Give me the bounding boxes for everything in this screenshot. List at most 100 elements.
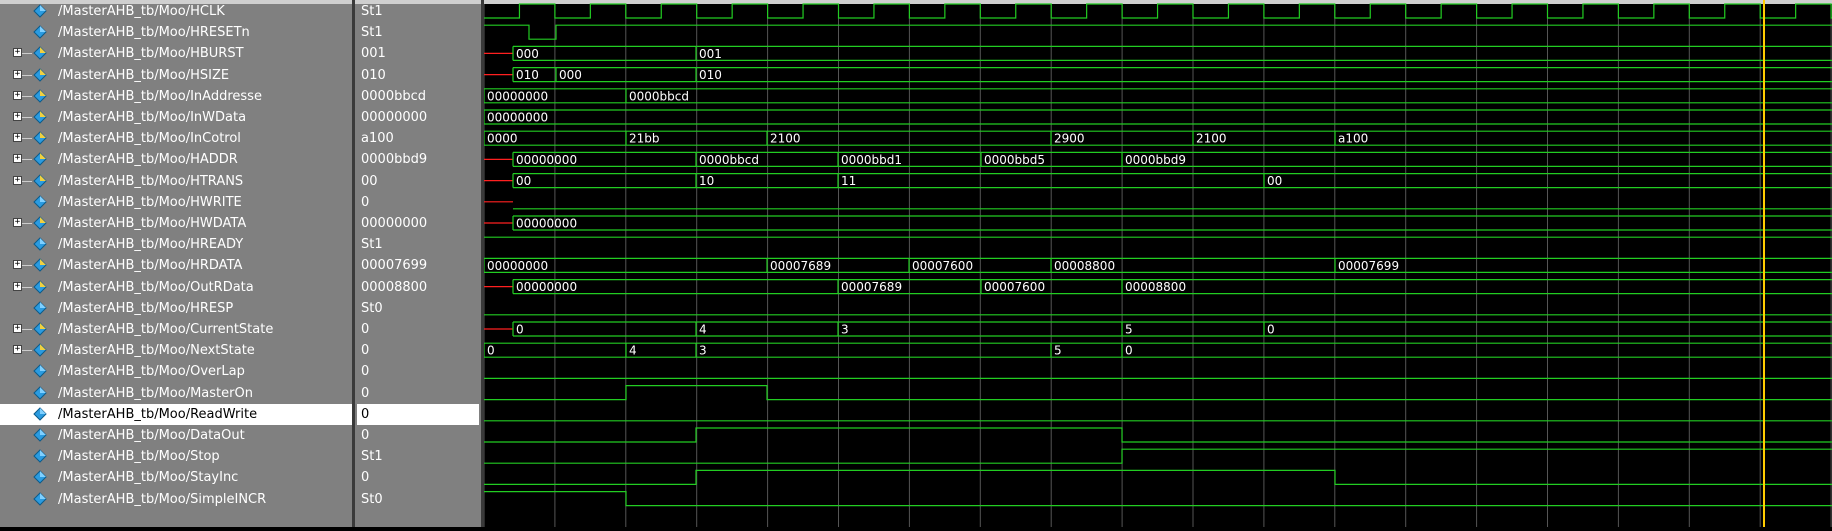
signal-value-cell[interactable]: St1 (357, 1, 479, 22)
signal-row-hburst[interactable]: + /MasterAHB_tb/Moo/HBURST (0, 43, 352, 64)
expand-icon[interactable]: + (13, 281, 22, 291)
signal-row-masteron[interactable]: /MasterAHB_tb/Moo/MasterOn (0, 383, 352, 404)
signal-row-hsize[interactable]: + /MasterAHB_tb/Moo/HSIZE (0, 65, 352, 86)
expand-icon[interactable]: + (13, 218, 22, 227)
signal-value-cell[interactable]: St1 (357, 234, 479, 255)
bus-value-label: 00000000 (516, 217, 577, 231)
bit-trace (484, 385, 1832, 401)
signal-row-hready[interactable]: /MasterAHB_tb/Moo/HREADY (0, 234, 352, 255)
signal-row-htrans[interactable]: + /MasterAHB_tb/Moo/HTRANS (0, 171, 352, 192)
signal-row-overlap[interactable]: /MasterAHB_tb/Moo/OverLap (0, 361, 352, 382)
signal-name: /MasterAHB_tb/Moo/SimpleINCR (58, 491, 267, 507)
signal-row-hresp[interactable]: /MasterAHB_tb/Moo/HRESP (0, 298, 352, 319)
waveform-dataout (484, 427, 1832, 443)
signal-name: /MasterAHB_tb/Moo/InCotrol (58, 131, 241, 147)
tree-connector (22, 329, 32, 330)
signal-row-hrdata[interactable]: + /MasterAHB_tb/Moo/HRDATA (0, 255, 352, 276)
signal-row-dataout[interactable]: /MasterAHB_tb/Moo/DataOut (0, 425, 352, 446)
bus-value-label: 0000bbd5 (984, 153, 1045, 167)
bus-value-label: 0000bbcd (699, 153, 759, 167)
signal-row-currentstate[interactable]: + /MasterAHB_tb/Moo/CurrentState (0, 319, 352, 340)
diamond-icon (33, 449, 47, 463)
expand-icon[interactable]: + (13, 48, 22, 58)
signal-row-hresetn[interactable]: /MasterAHB_tb/Moo/HRESETn (0, 22, 352, 43)
bus-value-label: 2100 (1196, 132, 1227, 146)
signal-value-cell[interactable]: 001 (357, 43, 479, 64)
signal-row-nextstate[interactable]: + /MasterAHB_tb/Moo/NextState (0, 340, 352, 361)
signal-value-cell[interactable]: 0000bbcd (357, 86, 479, 107)
waveform-hburst: 000 001 (484, 45, 1832, 61)
signal-row-stayinc[interactable]: /MasterAHB_tb/Moo/StayInc (0, 467, 352, 488)
signal-row-haddr[interactable]: + /MasterAHB_tb/Moo/HADDR (0, 149, 352, 170)
signal-row-outrdata[interactable]: + /MasterAHB_tb/Moo/OutRData (0, 277, 352, 298)
signal-row-readwrite[interactable]: /MasterAHB_tb/Moo/ReadWrite (0, 403, 352, 425)
signal-value-cell[interactable]: 0 (357, 403, 479, 425)
signal-row-hwdata[interactable]: + /MasterAHB_tb/Moo/HWDATA (0, 213, 352, 234)
tree-connector (22, 95, 32, 97)
waveform-pane[interactable]: 000 001 010 000 010 00000000 0000bbcd 00000000 0… (483, 0, 1832, 527)
signal-value-cell[interactable]: 00 (357, 171, 479, 192)
signal-value: St0 (361, 300, 383, 316)
diamond-icon (33, 343, 47, 357)
signal-value: 00008800 (361, 279, 428, 295)
signal-value-cell[interactable]: 0 (357, 425, 479, 446)
signal-row-inaddresse[interactable]: + /MasterAHB_tb/Moo/InAddresse (0, 86, 352, 107)
signal-row-simpleincr[interactable]: /MasterAHB_tb/Moo/SimpleINCR (0, 489, 352, 510)
tree-connector (22, 117, 32, 118)
signal-value: St0 (361, 491, 383, 507)
signal-value-cell[interactable]: 0 (357, 192, 479, 213)
expand-icon[interactable]: + (13, 260, 22, 270)
bit-trace (484, 24, 1832, 40)
signal-value-cell[interactable]: 00007699 (357, 255, 479, 276)
signal-name: /MasterAHB_tb/Moo/MasterOn (58, 385, 253, 401)
signal-value-cell[interactable]: 0 (357, 340, 479, 361)
bus-value-label: 0 (1267, 323, 1275, 337)
bus-value-label: 00 (516, 174, 531, 188)
signal-value-cell[interactable]: St0 (357, 489, 479, 510)
signal-row-incotrol[interactable]: + /MasterAHB_tb/Moo/InCotrol (0, 128, 352, 149)
bus-segment (695, 321, 838, 337)
signal-value-cell[interactable]: 0000bbd9 (357, 149, 479, 170)
signal-value: 0000bbcd (361, 88, 426, 104)
signal-value-cell[interactable]: 00000000 (357, 107, 479, 128)
expand-icon[interactable]: + (13, 324, 22, 333)
expand-icon[interactable]: + (13, 345, 22, 355)
signal-value-cell[interactable]: St1 (357, 446, 479, 467)
signal-value-cell[interactable]: 010 (357, 65, 479, 86)
clock-trace (484, 3, 1832, 19)
signal-value-cell[interactable]: St0 (357, 298, 479, 319)
diamond-icon (33, 25, 47, 39)
signal-value: 0 (361, 470, 370, 486)
signal-row-hclk[interactable]: /MasterAHB_tb/Moo/HCLK (0, 1, 352, 22)
signal-value-cell[interactable]: 0 (357, 319, 479, 340)
signal-value-cell[interactable]: a100 (357, 128, 479, 149)
expand-icon[interactable]: + (13, 133, 22, 143)
expand-icon[interactable]: + (13, 175, 22, 185)
bus-value-label: 0000bbd9 (1125, 153, 1186, 167)
signal-value-cell[interactable]: 00000000 (357, 213, 479, 234)
signal-value: 00000000 (361, 110, 428, 125)
diamond-icon (33, 237, 47, 251)
bus-value-label: 000 (516, 47, 539, 61)
signal-value-cell[interactable]: 0 (357, 383, 479, 404)
expand-icon[interactable]: + (13, 90, 22, 100)
signal-value-cell[interactable]: St1 (357, 22, 479, 43)
expand-icon[interactable]: + (13, 154, 22, 164)
bus-value-label: 00008800 (1054, 259, 1115, 273)
bus-value-label: 00000000 (487, 89, 548, 103)
tree-connector (22, 180, 32, 182)
expand-icon[interactable]: + (13, 112, 22, 121)
signal-value-cell[interactable]: 0 (357, 361, 479, 382)
signal-name-pane: /MasterAHB_tb/Moo/HCLK/MasterAHB_tb/Moo/… (0, 0, 354, 527)
signal-row-hwrite[interactable]: /MasterAHB_tb/Moo/HWRITE (0, 192, 352, 213)
signal-name: /MasterAHB_tb/Moo/OutRData (58, 279, 254, 295)
diamond-icon (33, 131, 47, 145)
signal-row-inwdata[interactable]: + /MasterAHB_tb/Moo/InWData (0, 107, 352, 128)
signal-value-cell[interactable]: 0 (357, 467, 479, 488)
waveform-canvas[interactable]: 000 001010 000 01000000000 0000bbcd000000000… (483, 0, 1832, 527)
expand-icon[interactable]: + (13, 69, 22, 79)
diamond-icon (33, 301, 47, 315)
signal-name: /MasterAHB_tb/Moo/HREADY (58, 237, 244, 253)
signal-row-stop[interactable]: /MasterAHB_tb/Moo/Stop (0, 446, 352, 467)
signal-value-cell[interactable]: 00008800 (357, 277, 479, 298)
